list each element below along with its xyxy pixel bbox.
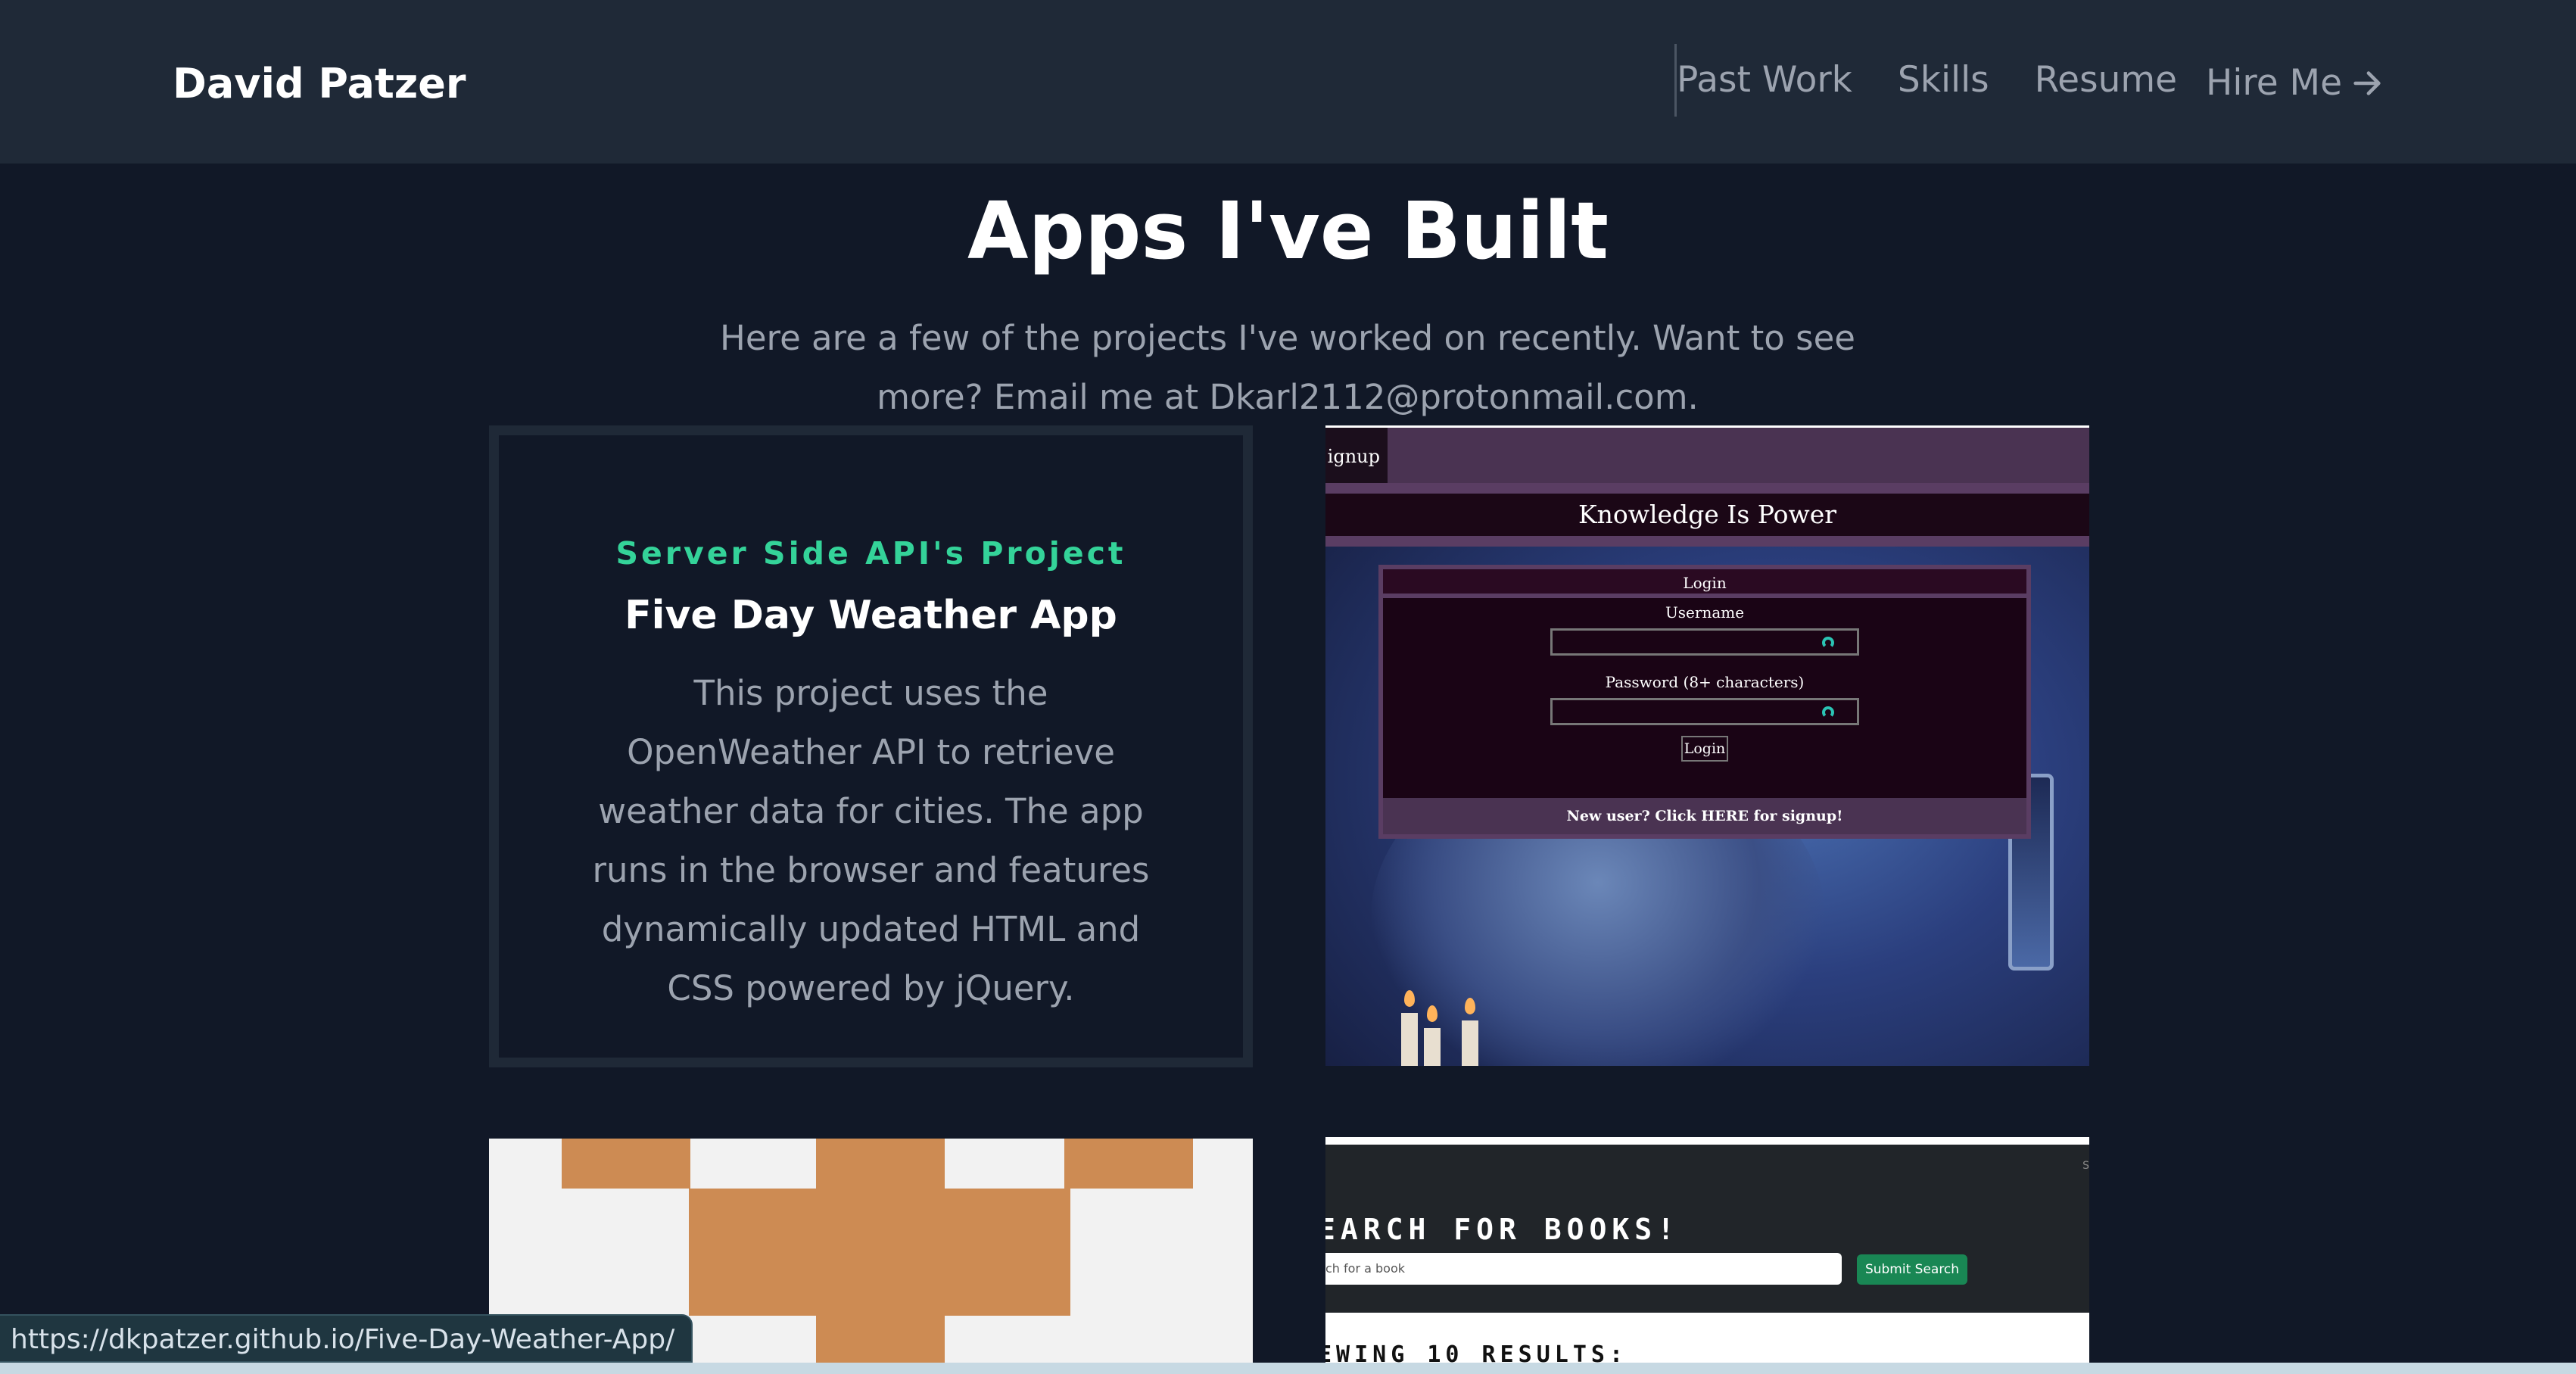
pixel-block xyxy=(689,1189,1070,1316)
spinner-icon xyxy=(1822,706,1834,718)
book-search-header: S EARCH FOR BOOKS! ch for a book Submit … xyxy=(1325,1145,2089,1313)
book-search-heading: EARCH FOR BOOKS! xyxy=(1325,1213,1680,1246)
bottom-bar xyxy=(0,1363,2576,1374)
corner-text: S xyxy=(2082,1160,2089,1172)
submit-search-button[interactable]: Submit Search xyxy=(1857,1254,1967,1285)
pixel-block xyxy=(562,1139,690,1189)
project-description: This project uses the OpenWeather API to… xyxy=(592,673,1150,1008)
username-label: Username xyxy=(1665,603,1745,622)
candle-illustration xyxy=(1401,1013,1418,1066)
divider xyxy=(1325,483,2089,494)
signup-link[interactable]: New user? Click HERE for signup! xyxy=(1383,798,2026,834)
pixel-block xyxy=(1064,1139,1193,1189)
password-label: Password (8+ characters) xyxy=(1605,673,1805,691)
login-app-topbar: ignup xyxy=(1325,425,2089,485)
login-dialog-title: Login xyxy=(1383,569,2026,598)
login-app-heading: Knowledge Is Power xyxy=(1325,494,2089,536)
project-card[interactable]: Server Side API's Project Five Day Weath… xyxy=(489,425,1253,1067)
flame-illustration xyxy=(1427,1005,1438,1022)
candle-illustration xyxy=(1462,1020,1478,1066)
main-nav: Past Work Skills Resume xyxy=(1674,44,2177,117)
nav-resume[interactable]: Resume xyxy=(2035,58,2177,103)
login-button[interactable]: Login xyxy=(1681,736,1728,762)
flame-illustration xyxy=(1465,998,1475,1014)
project-screenshot-login[interactable]: ignup Knowledge Is Power Login Username … xyxy=(1325,425,2089,1066)
candle-illustration xyxy=(1424,1028,1441,1066)
flame-illustration xyxy=(1404,990,1415,1007)
spinner-icon xyxy=(1822,637,1834,649)
pixel-block xyxy=(816,1139,945,1189)
hire-me-link[interactable]: Hire Me xyxy=(2206,61,2384,106)
project-screenshot-book-search[interactable]: S EARCH FOR BOOKS! ch for a book Submit … xyxy=(1325,1137,2089,1374)
link-status-url: https://dkpatzer.github.io/Five-Day-Weat… xyxy=(0,1314,693,1363)
project-category: Server Side API's Project xyxy=(615,535,1126,572)
login-dialog: Login Username Password (8+ characters) … xyxy=(1378,565,2031,839)
section-title: Apps I've Built xyxy=(967,185,1609,277)
book-search-input[interactable]: ch for a book xyxy=(1325,1253,1842,1285)
divider xyxy=(1325,536,2089,547)
hire-me-label: Hire Me xyxy=(2206,62,2343,104)
page: David Patzer Past Work Skills Resume Hir… xyxy=(0,0,2576,1374)
brand-name[interactable]: David Patzer xyxy=(173,59,466,109)
password-input[interactable] xyxy=(1550,698,1859,725)
project-title: Five Day Weather App xyxy=(625,593,1117,638)
username-input[interactable] xyxy=(1550,628,1859,656)
site-header: David Patzer Past Work Skills Resume Hir… xyxy=(0,0,2576,164)
nav-skills[interactable]: Skills xyxy=(1898,58,1989,103)
nav-past-work[interactable]: Past Work xyxy=(1677,58,1852,103)
section-subtitle: Here are a few of the projects I've work… xyxy=(720,318,1855,417)
signup-tab: ignup xyxy=(1325,428,1388,485)
arrow-right-icon xyxy=(2353,71,2381,95)
